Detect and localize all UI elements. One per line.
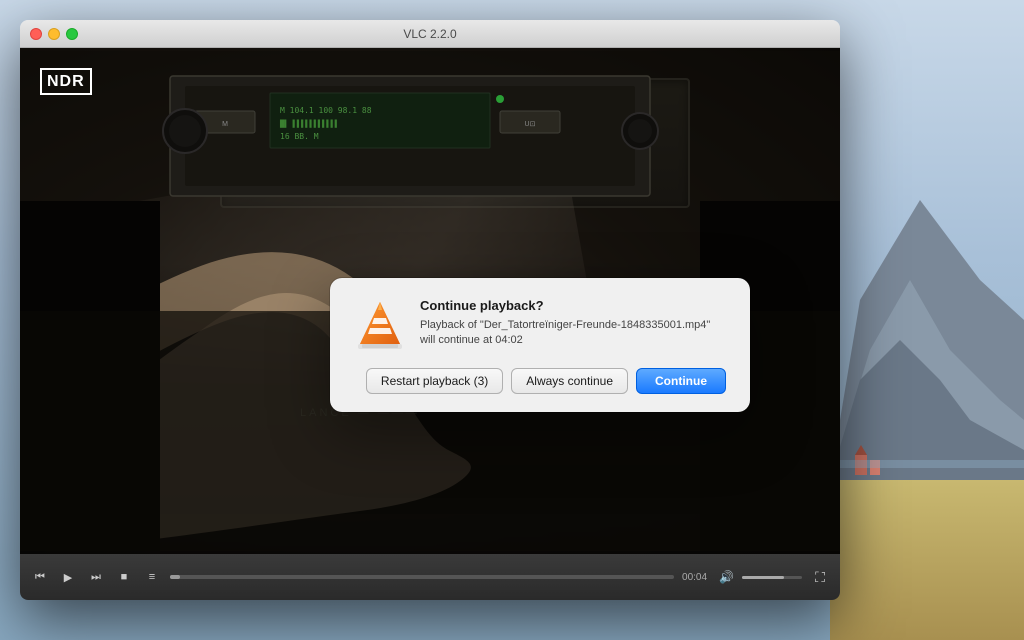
always-continue-button[interactable]: Always continue [511,368,628,394]
volume-bar[interactable] [742,576,802,579]
svg-text:M: M [222,121,228,128]
play-button[interactable]: ▶ [58,569,78,586]
restart-playback-button[interactable]: Restart playback (3) [366,368,503,394]
continue-button[interactable]: Continue [636,368,726,394]
close-button[interactable] [30,28,42,40]
fullscreen-button[interactable]: ⛶ [810,567,830,588]
time-display: 00:04 [682,572,707,583]
dialog-header: Continue playback? Playback of "Der_Tato… [354,298,726,350]
progress-bar[interactable] [170,575,674,579]
dialog-buttons: Restart playback (3) Always continue Con… [354,368,726,394]
dialog-message: Playback of "Der_Tatortreïniger-Freunde-… [420,318,726,349]
volume-area: 🔊 [715,568,802,586]
svg-text:U⊡: U⊡ [525,121,536,128]
dialog-text-content: Continue playback? Playback of "Der_Tato… [420,298,726,349]
ndr-logo: NDR [40,68,92,95]
controls-bar: ⏮ ▶ ⏭ ■ ≡ 00:04 🔊 ⛶ [20,554,840,600]
vlc-window: VLC 2.2.0 M 104.1 100 98.1 88 M [20,20,840,600]
fast-forward-button[interactable]: ⏭ [86,569,106,586]
window-title: VLC 2.2.0 [403,27,456,41]
playlist-button[interactable]: ≡ [142,569,162,585]
traffic-lights [30,28,78,40]
minimize-button[interactable] [48,28,60,40]
svg-text:M 104.1 100 98.1 88: M 104.1 100 98.1 88 [280,106,372,115]
dialog-title: Continue playback? [420,298,726,313]
video-area[interactable]: M 104.1 100 98.1 88 M [20,48,840,554]
volume-fill [742,576,784,579]
desktop: VLC 2.2.0 M 104.1 100 98.1 88 M [0,0,1024,640]
stop-button[interactable]: ■ [114,569,134,585]
maximize-button[interactable] [66,28,78,40]
continue-playback-dialog: Continue playback? Playback of "Der_Tato… [330,278,750,412]
vlc-cone-icon [354,298,406,350]
rewind-button[interactable]: ⏮ [30,569,50,586]
svg-text:█▌ ▌▌▌▌▌▌▌▌▌▌▌: █▌ ▌▌▌▌▌▌▌▌▌▌▌ [279,119,339,128]
volume-icon[interactable]: 🔊 [715,568,738,586]
svg-text:16 BB. M: 16 BB. M [280,132,319,141]
title-bar: VLC 2.2.0 [20,20,840,48]
progress-fill [170,575,180,579]
